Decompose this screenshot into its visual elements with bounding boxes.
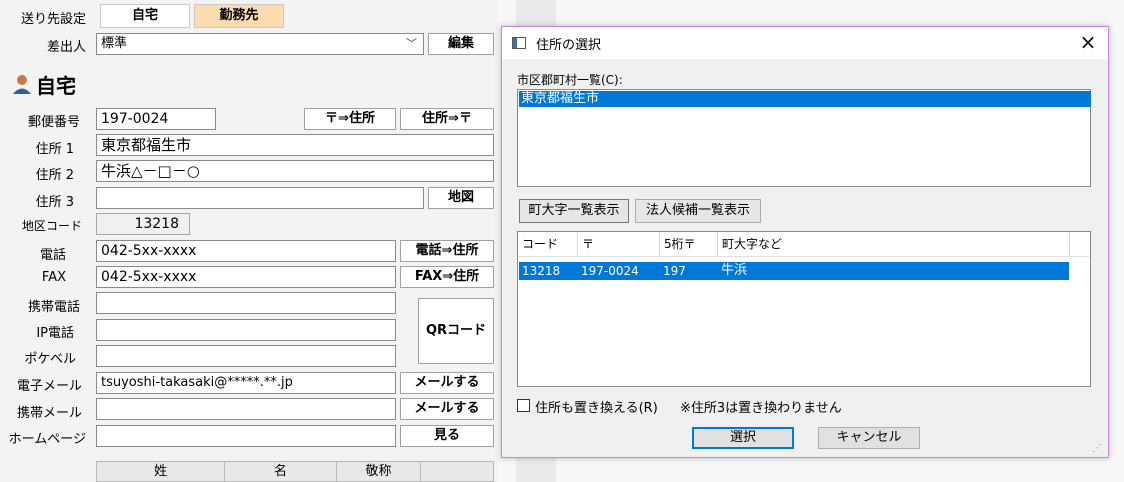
chevron-down-icon: ﹀ [406,37,417,50]
row-code: 13218 [522,264,561,278]
phone-to-address-button[interactable]: 電話⇒住所 [400,240,494,262]
phone-label: 電話 [39,248,66,263]
email-field[interactable]: tsuyoshi-takasaki@*****.**.jp [96,372,396,394]
pager-label: ポケベル [24,352,76,367]
edit-button[interactable]: 編集 [428,33,494,55]
table-header: コード 〒 5桁〒 町大字など [518,232,1090,257]
postal-field[interactable]: 197-0024 [96,108,216,130]
mobile-phone-field[interactable] [96,292,396,314]
address3-field[interactable] [96,187,424,209]
resize-grip-icon[interactable]: ⋰ [1092,443,1104,455]
mobile-phone-label: 携帯電話 [27,300,80,315]
column-first-name: 名 [225,462,337,481]
send-mobile-mail-button[interactable]: メールする [400,398,494,420]
dialog-title: 住所の選択 [536,38,602,53]
mobile-mail-label: 携帯メール [16,406,82,421]
section-title: 自宅 [36,74,76,98]
send-settings-label: 送り先設定 [20,12,86,27]
window-icon [512,37,526,49]
phone-field[interactable]: 042-5xx-xxxx [96,240,396,262]
row-town: 牛浜 [721,263,748,278]
list-item[interactable]: 東京都福生市 [519,91,1091,107]
replace-note: ※住所3は置き換わりません [680,401,842,416]
address3-label: 住所 3 [35,195,74,210]
map-button[interactable]: 地図 [428,187,494,209]
fax-label: FAX [41,270,66,285]
pager-field[interactable] [96,345,396,367]
table-row[interactable]: 13218 197-0024 197 牛浜 [519,262,1069,280]
column-last-name: 姓 [97,462,225,481]
row-zip: 197-0024 [581,264,639,278]
sender-select[interactable]: 標準 ﹀ [96,33,424,55]
close-icon[interactable]: × [1074,30,1102,56]
replace-address-label[interactable]: 住所も置き換える(R) [535,397,658,416]
address1-field[interactable]: 東京都福生市 [96,134,494,156]
tab-home[interactable]: 自宅 [100,4,190,28]
postal-label: 郵便番号 [27,115,80,130]
sender-select-value: 標準 [101,36,128,51]
district-code-label: 地区コード [21,219,82,233]
dialog-titlebar[interactable]: 住所の選択 × [502,27,1108,59]
row-zip5: 197 [663,264,686,278]
tab-office[interactable]: 勤務先 [194,4,284,28]
homepage-label: ホームページ [8,432,86,447]
select-button[interactable]: 選択 [692,427,794,449]
town-table[interactable]: コード 〒 5桁〒 町大字など 13218 197-0024 197 牛浜 [517,231,1091,387]
district-code-field: 13218 [96,213,190,235]
person-icon [12,73,32,95]
qr-code-button[interactable]: QRコード [418,298,494,364]
homepage-field[interactable] [96,425,396,447]
ip-phone-field[interactable] [96,319,396,341]
column-code[interactable]: コード [518,232,578,256]
column-honorific: 敬称 [337,462,421,481]
email-label: 電子メール [16,379,82,394]
address-select-dialog: 住所の選択 × 市区郡町村一覧(C): 東京都福生市 町大字一覧表示 法人候補一… [501,26,1109,458]
replace-address-checkbox[interactable] [517,399,530,412]
column-town[interactable]: 町大字など [718,232,1070,256]
address2-field[interactable]: 牛浜△－□－○ [96,160,494,182]
fax-to-address-button[interactable]: FAX⇒住所 [400,266,494,288]
address-to-zip-button[interactable]: 住所⇒〒 [400,108,494,130]
fax-field[interactable]: 042-5xx-xxxx [96,266,396,288]
name-table-header: 姓 名 敬称 [96,461,494,482]
city-list-label: 市区郡町村一覧(C): [517,73,623,87]
column-zip[interactable]: 〒 [578,232,660,256]
view-homepage-button[interactable]: 見る [400,425,494,447]
ip-phone-label: IP電話 [36,326,74,341]
address2-label: 住所 2 [35,168,74,183]
corporation-list-button[interactable]: 法人候補一覧表示 [635,199,761,223]
cancel-button[interactable]: キャンセル [818,427,920,449]
zip-to-address-button[interactable]: 〒⇒住所 [304,108,396,130]
address1-label: 住所 1 [35,142,74,157]
mobile-mail-field[interactable] [96,398,396,420]
town-list-button[interactable]: 町大字一覧表示 [519,199,629,223]
send-email-button[interactable]: メールする [400,372,494,394]
sender-label: 差出人 [46,40,86,55]
column-zip5[interactable]: 5桁〒 [660,232,718,256]
city-list[interactable]: 東京都福生市 [517,89,1091,187]
